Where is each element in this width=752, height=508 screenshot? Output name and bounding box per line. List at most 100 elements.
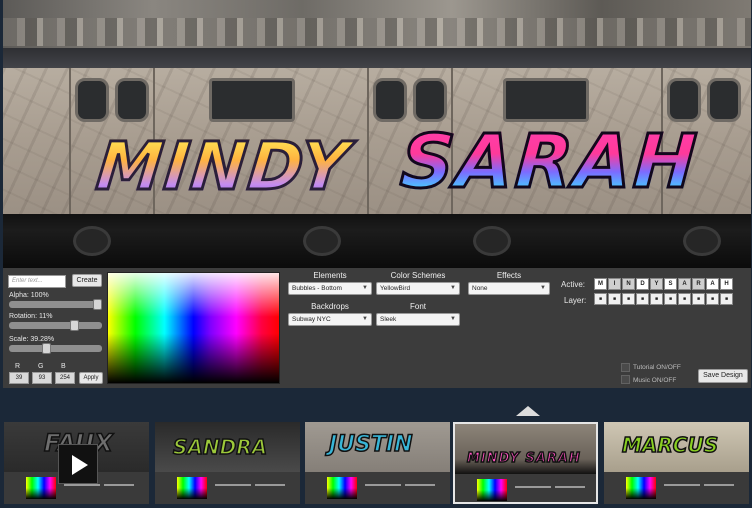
layer-toggle-7[interactable]: ■ — [692, 293, 705, 305]
active-letter-9[interactable]: H — [720, 278, 733, 290]
effects-dropdown[interactable]: None ▼ — [468, 282, 550, 295]
car-window — [209, 78, 295, 122]
text-input[interactable]: Enter text... — [8, 275, 66, 288]
music-checkbox[interactable] — [621, 375, 630, 384]
thumbnail-control — [515, 486, 551, 488]
apply-button[interactable]: Apply — [79, 372, 103, 384]
effects-value: None — [472, 285, 488, 292]
selection-arrow-icon — [516, 406, 540, 416]
layer-toggle-6[interactable]: ■ — [678, 293, 691, 305]
g-label: G — [38, 363, 44, 370]
color-picker[interactable] — [107, 272, 280, 384]
layer-toggle-4[interactable]: ■ — [650, 293, 663, 305]
backdrops-dropdown[interactable]: Subway NYC ▼ — [288, 313, 372, 326]
active-label: Active: — [561, 280, 586, 289]
chevron-down-icon: ▼ — [362, 316, 368, 322]
rotation-slider-thumb[interactable] — [70, 320, 79, 331]
font-dropdown[interactable]: Sleek ▼ — [376, 313, 460, 326]
active-letter-4[interactable]: Y — [650, 278, 663, 290]
car-window — [503, 78, 589, 122]
train-wheel — [473, 226, 511, 256]
thumbnail-control — [704, 484, 734, 486]
train-undercarriage — [3, 214, 751, 268]
active-letter-2[interactable]: N — [622, 278, 635, 290]
layer-label: Layer: — [564, 296, 587, 305]
thumbnail-card[interactable]: FAUX — [4, 422, 149, 504]
alpha-slider-thumb[interactable] — [93, 299, 102, 310]
elements-value: Bubbles - Bottom — [292, 285, 342, 292]
car-window — [413, 78, 447, 122]
elements-label: Elements — [313, 271, 347, 280]
layer-toggle-9[interactable]: ■ — [720, 293, 733, 305]
train-roof — [3, 48, 751, 70]
thumbnail-color-picker — [327, 477, 357, 499]
thumbnail-color-picker — [626, 477, 656, 499]
color-schemes-dropdown[interactable]: YellowBird ▼ — [376, 282, 460, 295]
music-label: Music ON/OFF — [633, 377, 677, 384]
chevron-down-icon: ▼ — [362, 285, 368, 291]
tutorial-label: Tutorial ON/OFF — [633, 364, 681, 371]
door-seam — [367, 68, 369, 216]
thumbnail-control — [104, 484, 134, 486]
thumbnail-control — [555, 486, 585, 488]
thumbnail-card[interactable]: JUSTIN — [305, 422, 450, 504]
active-letter-8[interactable]: A — [706, 278, 719, 290]
b-input[interactable]: 254 — [55, 372, 75, 384]
thumbnail-control — [365, 484, 401, 486]
thumbnail-card-selected[interactable]: MINDY SARAH — [453, 422, 598, 504]
tutorial-checkbox[interactable] — [621, 363, 630, 372]
active-letter-0[interactable]: M — [594, 278, 607, 290]
graffiti-word-left[interactable]: MINDY — [92, 127, 356, 207]
r-input[interactable]: 39 — [9, 372, 29, 384]
door-seam — [69, 68, 71, 216]
scale-slider-thumb[interactable] — [42, 343, 51, 354]
g-input[interactable]: 93 — [32, 372, 52, 384]
background-graffiti-wall — [3, 18, 751, 46]
thumbnail-control — [664, 484, 700, 486]
font-label: Font — [409, 302, 426, 311]
create-button[interactable]: Create — [72, 274, 102, 287]
thumbnail-color-picker — [477, 479, 507, 501]
layer-toggle-8[interactable]: ■ — [706, 293, 719, 305]
video-play-button[interactable] — [58, 444, 98, 484]
scale-slider[interactable] — [9, 343, 102, 354]
train-wheel — [73, 226, 111, 256]
chevron-down-icon: ▼ — [450, 285, 456, 291]
active-letter-7[interactable]: R — [692, 278, 705, 290]
alpha-label: Alpha: 100% — [9, 292, 49, 299]
thumbnail-card[interactable]: MARCUS — [604, 422, 749, 504]
layer-toggle-1[interactable]: ■ — [608, 293, 621, 305]
b-label: B — [61, 363, 66, 370]
active-letter-1[interactable]: I — [608, 278, 621, 290]
thumbnail-word: MARCUS — [621, 432, 719, 458]
thumbnail-word: JUSTIN — [328, 431, 413, 458]
car-window — [373, 78, 407, 122]
layer-toggle-2[interactable]: ■ — [622, 293, 635, 305]
chevron-down-icon: ▼ — [450, 316, 456, 322]
r-label: R — [15, 363, 21, 370]
graffiti-word-right[interactable]: SARAH — [396, 118, 702, 207]
design-preview: MINDY SARAH — [3, 0, 751, 268]
backdrops-label: Backdrops — [311, 302, 349, 311]
thumbnail-card[interactable]: SANDRA — [155, 422, 300, 504]
thumbnail-word: MINDY SARAH — [466, 450, 581, 467]
app-root: MINDY SARAH Enter text... Create Alpha: … — [0, 0, 752, 508]
thumbnail-control — [215, 484, 251, 486]
alpha-slider[interactable] — [9, 299, 102, 310]
active-letter-5[interactable]: S — [664, 278, 677, 290]
effects-label: Effects — [496, 271, 522, 280]
thumbnail-control — [405, 484, 435, 486]
layer-toggle-0[interactable]: ■ — [594, 293, 607, 305]
active-letter-6[interactable]: A — [678, 278, 691, 290]
rotation-slider[interactable] — [9, 320, 102, 331]
color-schemes-label: Color Schemes — [390, 271, 446, 280]
layer-toggle-5[interactable]: ■ — [664, 293, 677, 305]
train-wheel — [683, 226, 721, 256]
play-icon — [72, 455, 88, 475]
active-letter-3[interactable]: D — [636, 278, 649, 290]
car-window — [115, 78, 149, 122]
save-design-button[interactable]: Save Design — [698, 369, 748, 383]
elements-dropdown[interactable]: Bubbles - Bottom ▼ — [288, 282, 372, 295]
car-window — [75, 78, 109, 122]
layer-toggle-3[interactable]: ■ — [636, 293, 649, 305]
